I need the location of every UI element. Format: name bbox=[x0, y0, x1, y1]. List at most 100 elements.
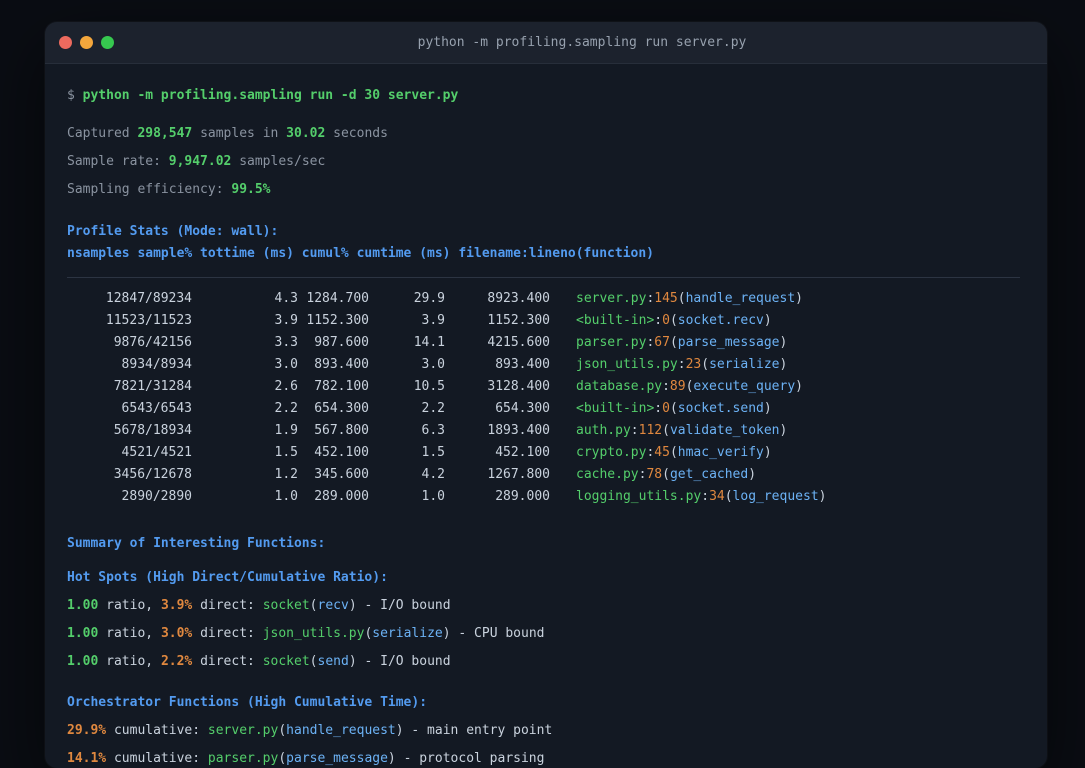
cell-location: database.py:89(execute_query) bbox=[576, 376, 803, 398]
terminal-content[interactable]: $ python -m profiling.sampling run -d 30… bbox=[45, 64, 1047, 768]
line-number: 67 bbox=[654, 335, 670, 350]
table-row: 6543/6543 2.2 654.300 2.2 654.300 <built-in>:… bbox=[67, 398, 1020, 420]
punct-colon: : bbox=[701, 489, 710, 504]
ratio-label: ratio, bbox=[98, 598, 161, 613]
cell-tottime: 893.400 bbox=[314, 357, 369, 372]
hot-spot-line: 1.00 ratio, 2.2% direct: socket(send) - … bbox=[67, 648, 1020, 676]
cell-nsamples: 9876/42156 bbox=[113, 335, 192, 350]
cell-sample-pct: 1.2 bbox=[274, 467, 298, 482]
cell-cumtime: 1893.400 bbox=[487, 423, 550, 438]
cell-tottime: 654.300 bbox=[314, 401, 369, 416]
cell-cumul-pct: 29.9 bbox=[413, 291, 445, 306]
cell-cumtime: 893.400 bbox=[495, 357, 550, 372]
punct-open-paren: ( bbox=[309, 598, 318, 613]
file-name: parser.py bbox=[576, 335, 647, 350]
line-number: 23 bbox=[685, 357, 702, 372]
target-module: socket bbox=[262, 654, 310, 669]
punct-open-paren: ( bbox=[669, 335, 678, 350]
cell-location: crypto.py:45(hmac_verify) bbox=[576, 442, 772, 464]
cell-cumul-pct: 3.0 bbox=[421, 357, 445, 372]
table-row: 8934/8934 3.0 893.400 3.0 893.400 json_utils.… bbox=[67, 354, 1020, 376]
cell-cumtime: 452.100 bbox=[495, 445, 550, 460]
window-title: python -m profiling.sampling run server.… bbox=[417, 35, 747, 50]
ratio-value: 1.00 bbox=[67, 626, 99, 641]
cell-sample-pct: 1.9 bbox=[274, 423, 298, 438]
profile-stats-title: Profile Stats (Mode: wall): bbox=[67, 224, 279, 239]
punct-close-paren: ) bbox=[795, 379, 803, 394]
file-name: cache.py bbox=[576, 467, 639, 482]
punct-open-paren: ( bbox=[677, 291, 686, 306]
traffic-lights bbox=[59, 36, 131, 49]
cell-sample-pct: 3.0 bbox=[274, 357, 298, 372]
punct-open-paren: ( bbox=[701, 357, 710, 372]
direct-label: direct: bbox=[192, 598, 263, 613]
cell-location: <built-in>:0(socket.send) bbox=[576, 398, 772, 420]
direct-percent: 3.9% bbox=[160, 598, 193, 613]
punct-open-paren: ( bbox=[724, 489, 733, 504]
function-name: get_cached bbox=[669, 467, 749, 482]
efficiency-label: Sampling efficiency: bbox=[67, 182, 232, 197]
terminal-window: python -m profiling.sampling run server.… bbox=[45, 22, 1047, 768]
cell-cumtime: 4215.600 bbox=[487, 335, 550, 350]
line-number: 45 bbox=[654, 445, 670, 460]
punct-colon: : bbox=[630, 423, 639, 438]
punct-close-paren: ) bbox=[779, 423, 788, 438]
hot-spots-title: Hot Spots (High Direct/Cumulative Ratio)… bbox=[67, 570, 388, 585]
cell-tottime: 1152.300 bbox=[306, 313, 369, 328]
cell-cumtime: 289.000 bbox=[495, 489, 550, 504]
punct-open-paren: ( bbox=[669, 445, 678, 460]
cell-cumul-pct: 10.5 bbox=[413, 379, 445, 394]
captured-stats-line: Captured 298,547 samples in 30.02 second… bbox=[67, 120, 1020, 148]
efficiency-value: 99.5% bbox=[231, 182, 271, 197]
cell-tottime: 289.000 bbox=[314, 489, 369, 504]
file-name: auth.py bbox=[576, 423, 631, 438]
callee-name: send bbox=[317, 654, 349, 669]
direct-percent: 3.0% bbox=[160, 626, 193, 641]
minimize-button[interactable] bbox=[80, 36, 93, 49]
ratio-label: ratio, bbox=[98, 654, 161, 669]
file-name: <built-in> bbox=[576, 401, 655, 416]
punct-colon: : bbox=[654, 401, 663, 416]
sample-count: 298,547 bbox=[137, 126, 193, 141]
captured-label: Captured bbox=[67, 126, 138, 141]
target-module: socket bbox=[262, 598, 310, 613]
table-columns-header: nsamples sample% tottime (ms) cumul% cum… bbox=[67, 246, 654, 261]
cell-cumul-pct: 6.3 bbox=[421, 423, 445, 438]
orchestrators-list: 29.9% cumulative: server.py(handle_reque… bbox=[67, 717, 1020, 768]
cell-location: parser.py:67(parse_message) bbox=[576, 332, 787, 354]
file-name: <built-in> bbox=[576, 313, 655, 328]
line-number: 0 bbox=[662, 401, 670, 416]
cell-sample-pct: 1.0 bbox=[274, 489, 298, 504]
punct-close-paren: ) bbox=[763, 445, 772, 460]
line-number: 0 bbox=[662, 313, 670, 328]
callee-name: recv bbox=[317, 598, 349, 613]
file-name: server.py bbox=[576, 291, 647, 306]
cell-location: cache.py:78(get_cached) bbox=[576, 464, 756, 486]
line-number: 34 bbox=[709, 489, 725, 504]
cell-location: server.py:145(handle_request) bbox=[576, 288, 803, 310]
cell-sample-pct: 3.9 bbox=[274, 313, 298, 328]
cell-cumul-pct: 3.9 bbox=[421, 313, 445, 328]
entry-note: ) - protocol parsing bbox=[387, 751, 545, 766]
entry-note: ) - main entry point bbox=[395, 723, 553, 738]
target-module: parser.py bbox=[207, 751, 279, 766]
cell-tottime: 1284.700 bbox=[306, 291, 369, 306]
orchestrator-line: 14.1% cumulative: parser.py(parse_messag… bbox=[67, 745, 1020, 768]
cell-nsamples: 5678/18934 bbox=[113, 423, 192, 438]
callee-name: parse_message bbox=[286, 751, 388, 766]
punct-open-paren: ( bbox=[309, 654, 318, 669]
bound-note: ) - CPU bound bbox=[442, 626, 545, 641]
function-name: socket.send bbox=[677, 401, 764, 416]
close-button[interactable] bbox=[59, 36, 72, 49]
command-line: $ python -m profiling.sampling run -d 30… bbox=[67, 82, 1020, 110]
function-name: socket.recv bbox=[677, 313, 764, 328]
cell-cumtime: 654.300 bbox=[495, 401, 550, 416]
titlebar: python -m profiling.sampling run server.… bbox=[45, 22, 1047, 64]
maximize-button[interactable] bbox=[101, 36, 114, 49]
orchestrator-line: 29.9% cumulative: server.py(handle_reque… bbox=[67, 717, 1020, 745]
table-row: 9876/42156 3.3 987.600 14.1 4215.600 parser.p… bbox=[67, 332, 1020, 354]
profile-table-rows: 12847/89234 4.3 1284.700 29.9 8923.400 server… bbox=[67, 288, 1020, 508]
file-name: json_utils.py bbox=[576, 357, 678, 372]
cell-cumtime: 3128.400 bbox=[487, 379, 550, 394]
cell-sample-pct: 1.5 bbox=[274, 445, 298, 460]
